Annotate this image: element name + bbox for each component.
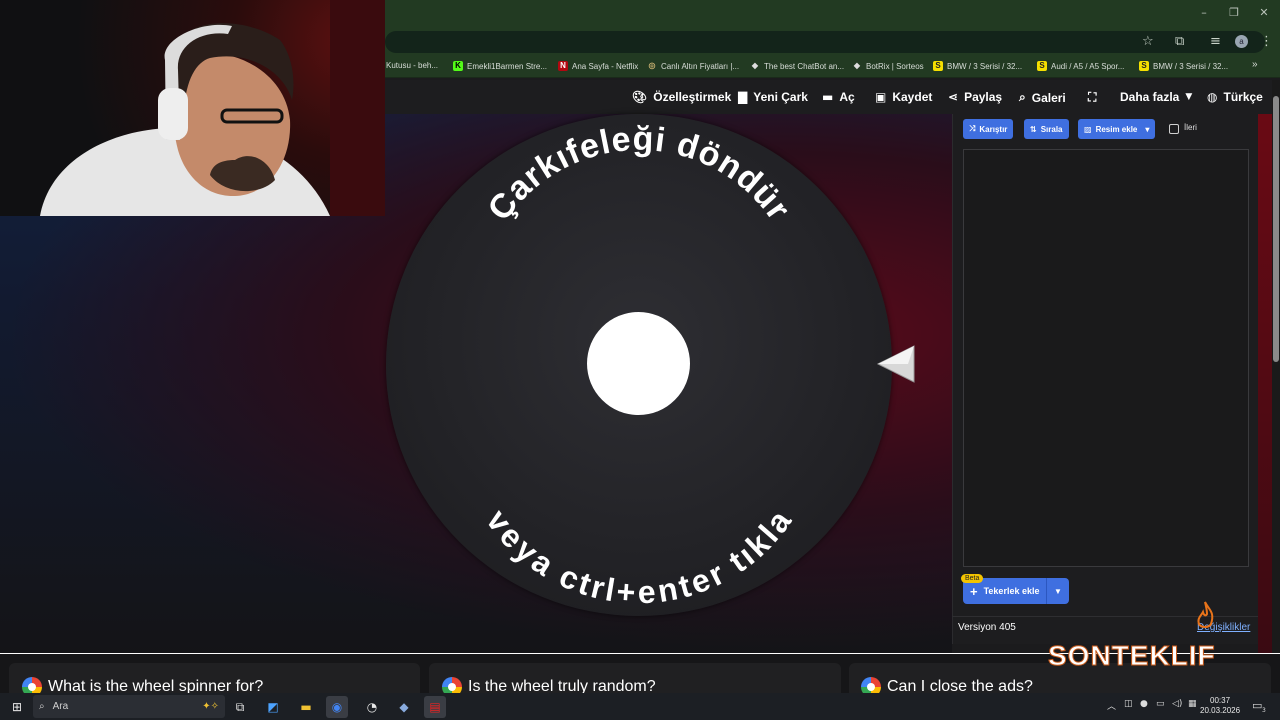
taskbar-clock[interactable]: 00:37 20.03.2026 — [1200, 696, 1240, 716]
tray-app-icon[interactable]: ◫ — [1124, 699, 1133, 709]
open-button[interactable]: ▬ Aç — [822, 90, 855, 104]
obs-app-icon[interactable]: ▤ — [424, 696, 446, 718]
search-icon: ⌕ — [1019, 90, 1026, 104]
fullscreen-button[interactable]: ⛶ — [1088, 90, 1096, 105]
advanced-label: İleri — [1184, 123, 1197, 132]
browser-menu-icon[interactable]: ⋮ — [1260, 34, 1273, 49]
svg-text:Çarkıfeleği döndür: Çarkıfeleği döndür — [481, 120, 798, 228]
sahibinden-icon: S — [1037, 61, 1047, 71]
bookmark-item[interactable]: S BMW / 3 Serisi / 32... — [933, 61, 1022, 71]
chatbot-icon: ◆ — [751, 61, 759, 70]
microphone-icon[interactable]: ● — [1140, 699, 1148, 709]
add-wheel-dropdown-caret-icon[interactable]: ▼ — [1047, 587, 1069, 596]
close-window-button[interactable]: ✕ — [1256, 6, 1272, 19]
flame-logo-icon — [1197, 601, 1214, 628]
kick-icon: K — [453, 61, 463, 71]
minimize-button[interactable]: – — [1196, 6, 1212, 19]
sort-button[interactable]: ⇅ Sırala — [1024, 119, 1069, 139]
bookmark-item[interactable]: ◆ BotRix | Sorteos — [852, 61, 924, 71]
beta-badge: Beta — [961, 574, 984, 583]
gold-coin-icon: ◎ — [648, 61, 656, 70]
customize-button[interactable]: 🎨︎ Özelleştirmek — [632, 90, 731, 104]
chrome-icon[interactable]: ◉ — [326, 696, 348, 718]
language-button[interactable]: ◍ Türkçe — [1207, 90, 1263, 104]
palette-icon: 🎨︎ — [632, 90, 648, 104]
windows-start-icon[interactable]: ⊞ — [6, 696, 28, 718]
extensions-icon[interactable]: ⧉ — [1175, 34, 1184, 49]
wheel-bottom-text: veya ctrl+enter tıkla — [479, 503, 797, 611]
globe-icon: ◍ — [1207, 90, 1218, 104]
bookmark-item[interactable]: S BMW / 3 Serisi / 32... — [1139, 61, 1228, 71]
bookmark-item[interactable]: K Emekli1Barmen Stre... — [453, 61, 547, 71]
more-menu-button[interactable]: Daha fazla ▼ — [1120, 90, 1192, 104]
file-icon: ▇ — [738, 90, 748, 104]
search-icon: ⌕ — [39, 701, 45, 712]
bookmark-item[interactable]: ◆ The best ChatBot an... — [750, 61, 844, 71]
plus-icon: + — [970, 583, 978, 599]
new-wheel-button[interactable]: ▇ Yeni Çark — [738, 90, 808, 104]
app-icon[interactable]: ◆ — [393, 696, 415, 718]
advanced-checkbox[interactable] — [1169, 124, 1179, 134]
page-right-margin — [1258, 114, 1272, 654]
tray-overflow-icon[interactable]: ︿ — [1107, 699, 1116, 712]
image-icon: ▨ — [1084, 124, 1092, 134]
bookmark-item[interactable]: Kutusu - beh... — [386, 61, 438, 70]
netflix-icon: N — [558, 61, 568, 71]
address-field[interactable] — [385, 31, 1265, 53]
more-bookmarks-button[interactable]: » — [1252, 59, 1258, 70]
save-button[interactable]: ▣ Kaydet — [875, 90, 932, 104]
add-image-button[interactable]: ▨ Resim ekle ▾ — [1078, 119, 1156, 139]
folder-icon: ▬ — [822, 90, 834, 104]
entries-textarea[interactable] — [963, 149, 1249, 567]
botrix-icon: ◆ — [853, 61, 861, 70]
maximize-button[interactable]: ❐ — [1226, 6, 1242, 19]
media-controls-icon[interactable]: ≡ — [1210, 34, 1221, 49]
streamer-watermark: SONTEKLIF — [1048, 640, 1216, 672]
clock-date: 20.03.2026 — [1200, 706, 1241, 715]
network-icon[interactable]: ▦ — [1188, 699, 1197, 709]
clock-time: 00:37 — [1210, 696, 1231, 705]
display-icon[interactable]: ▭ — [1156, 699, 1165, 709]
bookmark-item[interactable]: S Audi / A5 / A5 Spor... — [1037, 61, 1124, 71]
bookmark-item[interactable]: N Ana Sayfa - Netflix — [558, 61, 638, 71]
sparkle-icon: ✦✧ — [202, 701, 219, 712]
gallery-button[interactable]: ⌕ Galeri — [1019, 90, 1066, 105]
save-icon: ▣ — [875, 90, 887, 104]
sahibinden-icon: S — [933, 61, 943, 71]
share-button[interactable]: ⋖ Paylaş — [948, 90, 1002, 104]
streamer-video-frame — [40, 0, 385, 216]
svg-text:veya ctrl+enter tıkla: veya ctrl+enter tıkla — [479, 503, 798, 611]
notifications-icon[interactable]: ▭ — [1252, 699, 1262, 712]
caret-down-icon: ▼ — [1185, 92, 1193, 102]
app-icon[interactable]: ◩ — [262, 696, 284, 718]
app-icon[interactable]: ◔ — [361, 696, 383, 718]
fullscreen-icon: ⛶ — [1088, 90, 1097, 104]
bookmark-item[interactable]: ◎ Canlı Altın Fiyatları |... — [647, 61, 740, 71]
volume-icon[interactable]: ◁) — [1172, 699, 1182, 709]
webcam-overlay — [0, 0, 385, 216]
share-icon: ⋖ — [948, 90, 959, 104]
caret-down-icon: ▾ — [1145, 124, 1150, 134]
wheel-pointer-arrow — [876, 345, 915, 383]
notification-count: 3 — [1262, 707, 1266, 714]
version-label: Versiyon 405 — [958, 622, 1016, 633]
taskbar-search[interactable]: ⌕ Ara ✦✧ — [33, 695, 225, 718]
sahibinden-icon: S — [1139, 61, 1149, 71]
scrollbar-thumb[interactable] — [1273, 96, 1279, 362]
task-view-icon[interactable]: ⧉ — [229, 696, 251, 718]
shuffle-icon: ⤨ — [969, 124, 976, 133]
wheel-center-hub[interactable] — [587, 312, 690, 415]
shuffle-button[interactable]: ⤨ Karıştır — [963, 119, 1014, 139]
wheel-top-text: Çarkıfeleği döndür — [481, 120, 797, 228]
sort-icon: ⇅ — [1030, 124, 1037, 134]
bookmark-star-icon[interactable]: ☆ — [1142, 34, 1154, 49]
profile-avatar[interactable]: a — [1235, 35, 1248, 48]
file-explorer-icon[interactable]: ▬ — [295, 696, 317, 718]
